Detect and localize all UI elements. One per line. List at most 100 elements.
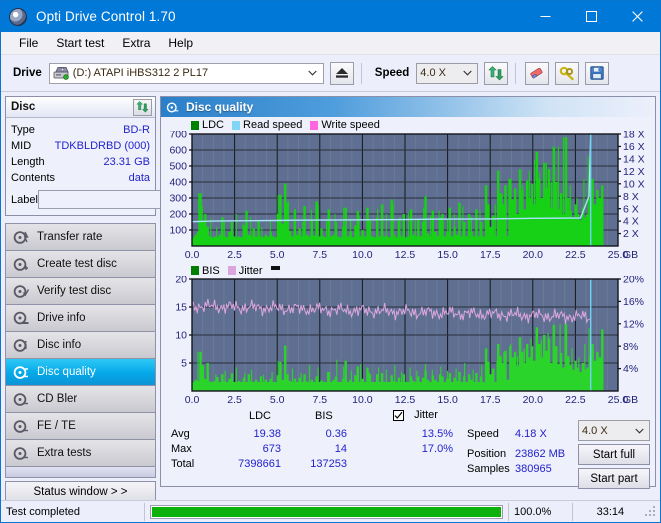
disc-row-key: Length [11, 156, 45, 168]
legend-label: Jitter [238, 264, 263, 277]
speed-select-value: 4.0 X [420, 67, 446, 79]
disc-row-value: BD-R [123, 124, 150, 136]
disc-extra-icon [13, 446, 28, 460]
sidebar-item-drive-info[interactable]: Drive info [6, 305, 155, 332]
sidebar-item-create-test-disc[interactable]: Create test disc [6, 251, 155, 278]
toolbar: Drive (D:) ATAPI iHBS312 2 PL17 Speed 4.… [1, 55, 660, 92]
jitter-checkbox[interactable] [393, 410, 404, 421]
app-window: Opti Drive Control 1.70 File Start test … [0, 0, 661, 523]
svg-text:2.5: 2.5 [227, 249, 242, 261]
legend-entry-ldc: LDC [191, 119, 224, 131]
legend-entry-write-speed: Write speed [310, 119, 380, 131]
sidebar-item-extra-tests[interactable]: Extra tests [6, 440, 155, 467]
minimize-button[interactable] [522, 1, 568, 32]
start-full-button[interactable]: Start full [578, 444, 650, 465]
sidebar-item-transfer-rate[interactable]: Transfer rate [6, 224, 155, 251]
save-button[interactable] [585, 61, 610, 85]
tools-button[interactable] [555, 61, 580, 85]
main-panel-header: Disc quality [161, 97, 655, 117]
sidebar-item-label: Create test disc [37, 258, 117, 270]
drive-label: Drive [13, 67, 42, 79]
refresh-button[interactable] [484, 61, 509, 85]
sidebar-item-disc-quality[interactable]: Disc quality [6, 359, 155, 386]
svg-text:100: 100 [169, 225, 187, 237]
tools-icon [559, 66, 574, 80]
svg-text:20: 20 [175, 276, 187, 286]
refresh-icon [488, 65, 505, 80]
sidebar-item-verify-test-disc[interactable]: Verify test disc [6, 278, 155, 305]
sidebar-item-label: FE / TE [37, 420, 76, 432]
stats-avg-bis: 0.36 [325, 428, 347, 440]
svg-text:12.5: 12.5 [395, 394, 416, 406]
chevron-down-icon [459, 70, 475, 76]
close-button[interactable] [614, 1, 660, 32]
disc-info-list: Type BD-R MID TDKBLDRBD (000) Length 23.… [6, 118, 242, 215]
disc-label-row: Label [11, 189, 242, 210]
drive-select[interactable]: (D:) ATAPI iHBS312 2 PL17 [48, 62, 324, 84]
progress-bar-fill [152, 506, 501, 517]
stats-area: LDC BIS Jitter Avg 19.38 0.36 13.5% Max … [161, 406, 655, 489]
speed-readout-label: Speed [467, 428, 499, 440]
sidebar-item-label: Transfer rate [37, 231, 103, 243]
disc-write-icon [13, 257, 28, 271]
svg-text:0.0: 0.0 [185, 249, 200, 261]
toolbar-divider-1 [360, 62, 362, 84]
resize-grip-icon[interactable] [645, 505, 657, 518]
sidebar-item-fe-te[interactable]: FE / TE [6, 413, 155, 440]
svg-text:8 X: 8 X [623, 191, 639, 203]
menu-item-start-test[interactable]: Start test [47, 34, 113, 52]
start-part-button[interactable]: Start part [578, 468, 650, 489]
svg-text:4%: 4% [623, 363, 638, 375]
sidebar-item-cd-bler[interactable]: CD Bler [6, 386, 155, 413]
test-speed-value: 4.0 X [582, 424, 608, 437]
jitter-toggle[interactable]: Jitter [393, 409, 438, 421]
svg-text:15.0: 15.0 [437, 394, 458, 406]
disc-panel-title: Disc [11, 101, 36, 113]
sidebar-item-label: Drive info [37, 312, 86, 324]
svg-text:700: 700 [169, 131, 187, 141]
disc-quality-icon [13, 365, 28, 379]
position-readout-value: 23862 MB [515, 448, 566, 460]
stats-grid: LDC BIS Jitter Avg 19.38 0.36 13.5% Max … [167, 409, 650, 489]
svg-text:600: 600 [169, 145, 187, 157]
content-area: Disc Type BD-R MID TDKBLDRBD (000) Lengt… [1, 92, 660, 503]
save-icon [590, 66, 604, 80]
menu-item-help[interactable]: Help [159, 34, 202, 52]
chart1-legend: LDC Read speed Write speed [161, 117, 655, 131]
legend-label: BIS [202, 264, 220, 277]
svg-text:16%: 16% [623, 296, 644, 308]
erase-button[interactable] [525, 61, 550, 85]
disc-fete-icon [13, 419, 28, 433]
maximize-button[interactable] [568, 1, 614, 32]
menu-item-extra[interactable]: Extra [113, 34, 159, 52]
svg-text:4 X: 4 X [623, 216, 639, 228]
sidebar-item-disc-info[interactable]: Disc info [6, 332, 155, 359]
status-bar: Test completed 100.0% 33:14 [1, 500, 660, 522]
svg-text:2.5: 2.5 [227, 394, 242, 406]
menu-item-file[interactable]: File [10, 34, 47, 52]
svg-text:17.5: 17.5 [480, 394, 501, 406]
disc-refresh-button[interactable] [133, 98, 152, 116]
legend-entry-read-speed: Read speed [232, 119, 302, 131]
svg-text:10 X: 10 X [623, 178, 645, 190]
speed-select[interactable]: 4.0 X [416, 62, 479, 84]
chart-bis-jitter: 5 10 15 20 4% 8% 12% 16% 20% 0.0 2.5 5.0 7.5 10.0 12.5… [161, 276, 655, 407]
eject-button[interactable] [329, 61, 354, 85]
title-bar: Opti Drive Control 1.70 [1, 1, 660, 32]
svg-text:22.5: 22.5 [565, 249, 586, 261]
svg-text:18 X: 18 X [623, 131, 645, 141]
stats-max-jitter: 17.0% [421, 443, 453, 455]
main-panel-title: Disc quality [186, 100, 254, 114]
drive-info-icon [13, 311, 29, 324]
svg-text:300: 300 [169, 193, 187, 205]
svg-text:17.5: 17.5 [480, 249, 501, 261]
legend-marker-icon [270, 265, 280, 270]
position-readout-label: Position [467, 448, 507, 460]
test-speed-select[interactable]: 4.0 X [578, 420, 650, 441]
toolbar-divider-2 [515, 62, 517, 84]
svg-text:22.5: 22.5 [565, 394, 586, 406]
sidebar-item-label: Disc info [37, 339, 82, 351]
speed-readout-value: 4.18 X [515, 428, 547, 440]
chevron-down-icon [305, 70, 321, 76]
disc-quality-panel: Disc quality LDC Read speed Write speed [160, 96, 656, 489]
